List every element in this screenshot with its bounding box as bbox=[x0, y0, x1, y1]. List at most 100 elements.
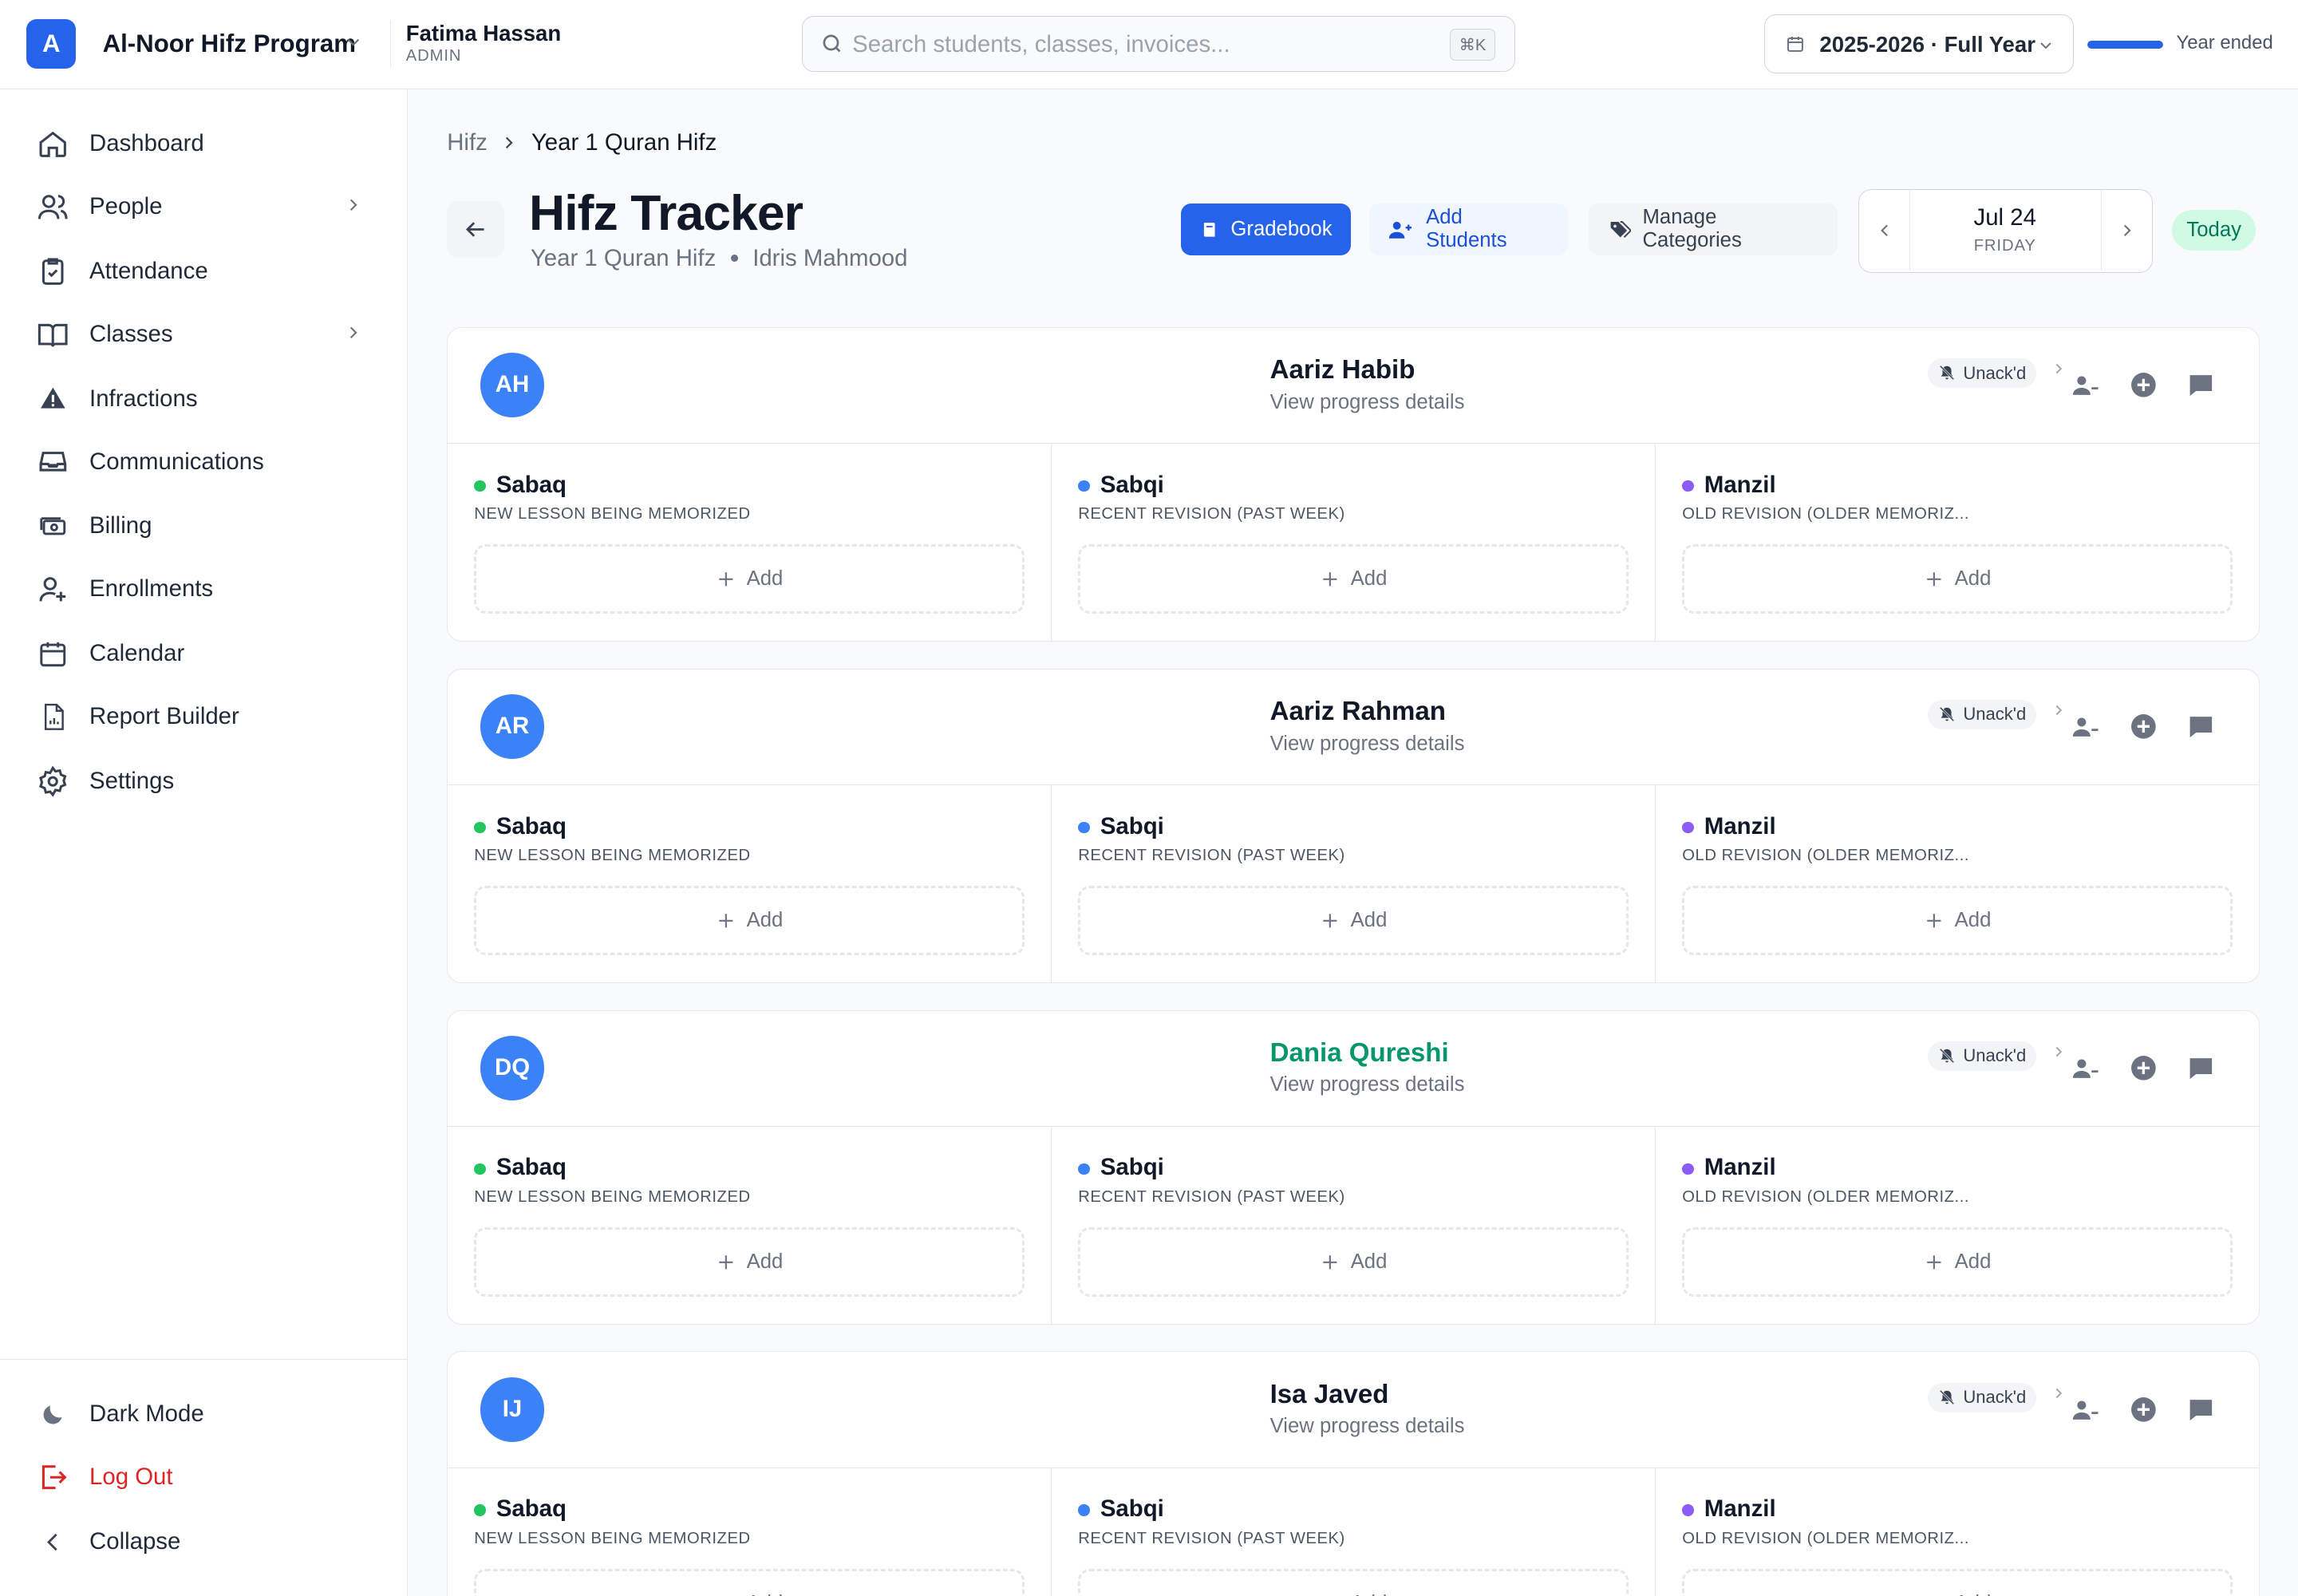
add-entry-button[interactable]: Add bbox=[1682, 886, 2233, 955]
breadcrumb-root-link[interactable]: Hifz bbox=[447, 129, 488, 156]
add-entry-button[interactable]: Add bbox=[474, 1569, 1025, 1596]
avatar[interactable]: DQ bbox=[480, 1035, 545, 1100]
sidebar-item-classes[interactable]: Classes bbox=[35, 308, 375, 361]
chevron-right-icon[interactable] bbox=[2050, 1043, 2067, 1061]
user-plus-icon bbox=[35, 571, 70, 606]
manage-categories-button[interactable]: Manage Categories bbox=[1589, 203, 1838, 255]
logout-icon bbox=[35, 1460, 70, 1495]
previous-day-button[interactable] bbox=[1859, 189, 1911, 271]
chevron-right-icon[interactable] bbox=[2050, 360, 2067, 377]
student-name[interactable]: Aariz Rahman bbox=[1270, 697, 1446, 727]
user-minus-icon[interactable] bbox=[2069, 1392, 2104, 1427]
bell-off-icon bbox=[1939, 1049, 1955, 1064]
add-entry-button[interactable]: Add bbox=[1682, 544, 2233, 614]
arrow-left-icon bbox=[466, 222, 485, 237]
chevron-left-icon bbox=[35, 1524, 70, 1559]
unacknowledged-badge[interactable]: Unack'd bbox=[1928, 358, 2037, 388]
chevron-down-icon[interactable] bbox=[343, 32, 364, 53]
view-progress-link[interactable]: View progress details bbox=[1270, 733, 1465, 756]
plus-circle-icon[interactable] bbox=[2126, 709, 2161, 744]
avatar[interactable]: AH bbox=[480, 352, 545, 417]
comment-icon[interactable] bbox=[2183, 1050, 2218, 1085]
comment-icon[interactable] bbox=[2183, 709, 2218, 744]
sidebar-item-dashboard[interactable]: Dashboard bbox=[35, 117, 375, 170]
category-color-dot bbox=[474, 821, 486, 834]
dark-mode-toggle[interactable]: Dark Mode bbox=[35, 1388, 375, 1440]
unacknowledged-badge[interactable]: Unack'd bbox=[1928, 1383, 2037, 1412]
user-minus-icon[interactable] bbox=[2069, 367, 2104, 402]
sidebar-item-communications[interactable]: Communications bbox=[35, 436, 375, 488]
sidebar-item-report-builder[interactable]: Report Builder bbox=[35, 690, 375, 743]
school-year-select[interactable]: 2025-2026 · Full Year bbox=[1764, 14, 2074, 73]
plus-circle-icon[interactable] bbox=[2126, 367, 2161, 402]
plus-icon bbox=[1924, 1594, 1945, 1596]
search-input[interactable] bbox=[852, 27, 1424, 63]
user-minus-icon[interactable] bbox=[2069, 709, 2104, 744]
sidebar-item-people[interactable]: People bbox=[35, 180, 375, 233]
today-button[interactable]: Today bbox=[2172, 209, 2257, 251]
add-entry-button[interactable]: Add bbox=[1682, 1569, 2233, 1596]
collapse-sidebar-button[interactable]: Collapse bbox=[35, 1515, 375, 1568]
sidebar-item-calendar[interactable]: Calendar bbox=[35, 627, 375, 680]
gradebook-button[interactable]: Gradebook bbox=[1181, 203, 1352, 255]
user-minus-icon[interactable] bbox=[2069, 1050, 2104, 1085]
unacknowledged-badge[interactable]: Unack'd bbox=[1928, 1041, 2037, 1071]
tags-icon bbox=[1610, 220, 1631, 238]
sidebar-item-label: Dashboard bbox=[89, 129, 204, 156]
avatar[interactable]: AR bbox=[480, 693, 545, 759]
plus-icon bbox=[1927, 571, 1941, 587]
sidebar-item-label: Communications bbox=[89, 448, 264, 475]
plus-circle-icon[interactable] bbox=[2126, 1050, 2161, 1085]
class-name: Year 1 Quran Hifz bbox=[530, 244, 717, 271]
add-entry-button[interactable]: Add bbox=[1078, 1227, 1629, 1297]
category-description: NEW LESSON BEING MEMORIZED bbox=[474, 1529, 751, 1547]
student-card-header: IJ Isa Javed View progress details Unack… bbox=[448, 1352, 2260, 1468]
chevron-right-icon[interactable] bbox=[2050, 701, 2067, 719]
view-progress-link[interactable]: View progress details bbox=[1270, 391, 1465, 414]
page-subtitle: Year 1 Quran Hifz Idris Mahmood bbox=[531, 245, 908, 272]
add-students-button[interactable]: Add Students bbox=[1368, 203, 1569, 255]
add-entry-button[interactable]: Add bbox=[474, 1227, 1025, 1297]
add-entry-button[interactable]: Add bbox=[474, 544, 1025, 614]
sidebar: Dashboard People Attendance Classes Infr… bbox=[0, 89, 408, 1596]
category-color-dot bbox=[474, 1504, 486, 1517]
sidebar-item-enrollments[interactable]: Enrollments bbox=[35, 563, 375, 615]
sidebar-item-billing[interactable]: Billing bbox=[35, 500, 375, 552]
add-entry-button[interactable]: Add bbox=[1078, 544, 1629, 614]
org-logo[interactable]: A bbox=[26, 18, 77, 69]
current-date[interactable]: Jul 24 bbox=[1910, 204, 2099, 231]
comment-icon[interactable] bbox=[2183, 1392, 2218, 1427]
add-entry-button[interactable]: Add bbox=[1682, 1227, 2233, 1297]
category-column-sabaq: Sabaq NEW LESSON BEING MEMORIZED Add bbox=[448, 784, 1052, 983]
student-name[interactable]: Dania Qureshi bbox=[1270, 1038, 1449, 1069]
sidebar-item-attendance[interactable]: Attendance bbox=[35, 245, 375, 298]
comment-icon[interactable] bbox=[2183, 367, 2218, 402]
category-color-dot bbox=[1078, 1163, 1090, 1175]
view-progress-link[interactable]: View progress details bbox=[1270, 1073, 1465, 1096]
chevron-right-icon[interactable] bbox=[2050, 1385, 2067, 1402]
calendar-icon bbox=[35, 636, 70, 671]
logout-button[interactable]: Log Out bbox=[35, 1451, 375, 1503]
student-name[interactable]: Isa Javed bbox=[1270, 1380, 1389, 1410]
category-description: RECENT REVISION (PAST WEEK) bbox=[1078, 504, 1345, 523]
plus-circle-icon[interactable] bbox=[2126, 1392, 2161, 1427]
unacknowledged-badge[interactable]: Unack'd bbox=[1928, 700, 2037, 729]
category-title: Manzil bbox=[1704, 1495, 1776, 1523]
sidebar-item-settings[interactable]: Settings bbox=[35, 755, 375, 808]
back-button[interactable] bbox=[447, 200, 504, 259]
add-label: Add bbox=[746, 567, 784, 591]
top-bar: A Al-Noor Hifz Program Fatima Hassan ADM… bbox=[0, 0, 2298, 90]
sidebar-divider bbox=[0, 1358, 408, 1361]
sidebar-item-infractions[interactable]: Infractions bbox=[35, 373, 375, 425]
org-switcher-label[interactable]: Al-Noor Hifz Program bbox=[103, 30, 356, 58]
next-day-button[interactable] bbox=[2100, 189, 2152, 271]
category-title: Sabqi bbox=[1100, 812, 1164, 839]
global-search[interactable]: ⌘K bbox=[801, 16, 1516, 72]
add-entry-button[interactable]: Add bbox=[1078, 1569, 1629, 1596]
add-entry-button[interactable]: Add bbox=[474, 886, 1025, 955]
student-name[interactable]: Aariz Habib bbox=[1270, 355, 1416, 385]
view-progress-link[interactable]: View progress details bbox=[1270, 1415, 1465, 1438]
avatar[interactable]: IJ bbox=[480, 1377, 545, 1442]
category-column-sabqi: Sabqi RECENT REVISION (PAST WEEK) Add bbox=[1052, 443, 1656, 642]
add-entry-button[interactable]: Add bbox=[1078, 886, 1629, 955]
